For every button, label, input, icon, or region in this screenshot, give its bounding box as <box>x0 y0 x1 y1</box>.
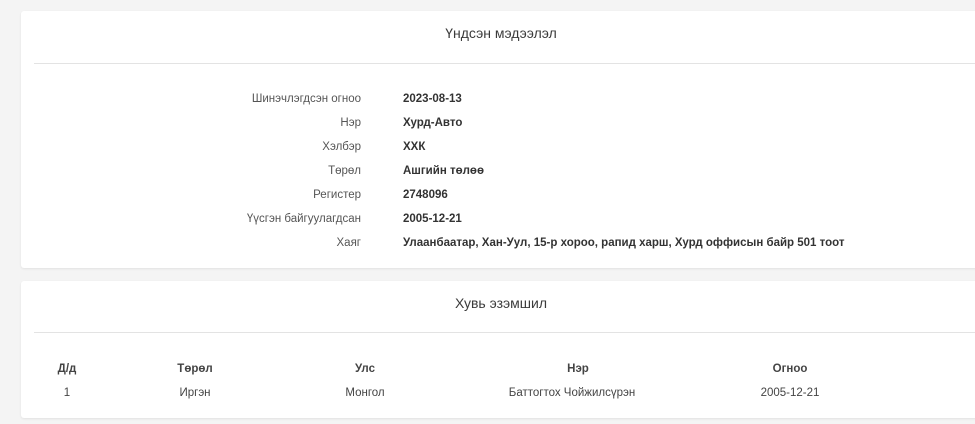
basic-info-card: Үндсэн мэдээлэл Шинэчлэгдсэн огноо 2023-… <box>21 11 975 268</box>
info-value: 2748096 <box>403 189 448 201</box>
info-value: ХХК <box>403 141 426 153</box>
info-value: Ашгийн төлөө <box>403 165 484 177</box>
column-header: Д/д <box>57 363 77 375</box>
info-value: Хурд-Авто <box>403 117 463 129</box>
basic-info-title: Үндсэн мэдээлэл <box>445 25 557 41</box>
table-cell: Иргэн <box>179 387 211 399</box>
table-cell: 1 <box>63 387 71 399</box>
column-header: Огноо <box>772 363 808 375</box>
info-row-type: Төрөл Ашгийн төлөө <box>21 165 975 183</box>
info-row-address: Хаяг Улаанбаатар, Хан-Уул, 15-р хороо, р… <box>21 237 975 255</box>
column-header: Улс <box>355 363 375 375</box>
column-header: Нэр <box>567 363 589 375</box>
info-label: Төрөл <box>328 165 361 177</box>
info-row-form: Хэлбэр ХХК <box>21 141 975 159</box>
info-label: Үүсгэн байгуулагдсан <box>246 213 361 225</box>
table-cell: Монгол <box>345 387 385 399</box>
table-cell: 2005-12-21 <box>760 387 820 399</box>
info-row-name: Нэр Хурд-Авто <box>21 117 975 135</box>
ownership-card: Хувь эзэмшил Д/д Төрөл Улс Нэр Огноо 1 И… <box>21 281 975 418</box>
info-row-register: Регистер 2748096 <box>21 189 975 207</box>
table-cell: Баттогтох Чойжилсүрэн <box>508 387 636 399</box>
info-row-founded: Үүсгэн байгуулагдсан 2005-12-21 <box>21 213 975 231</box>
basic-info-divider <box>34 63 975 64</box>
info-label: Хаяг <box>336 237 362 249</box>
ownership-divider <box>34 332 975 333</box>
info-value: 2005-12-21 <box>403 213 462 225</box>
info-value: Улаанбаатар, Хан-Уул, 15-р хороо, рапид … <box>403 237 845 249</box>
info-label: Шинэчлэгдсэн огноо <box>251 93 361 105</box>
info-label: Хэлбэр <box>322 141 361 153</box>
ownership-title: Хувь эзэмшил <box>454 295 548 311</box>
info-label: Нэр <box>340 117 361 129</box>
column-header: Төрөл <box>177 363 213 375</box>
info-row-updated: Шинэчлэгдсэн огноо 2023-08-13 <box>21 93 975 111</box>
info-value: 2023-08-13 <box>403 93 462 105</box>
info-label: Регистер <box>313 189 361 201</box>
